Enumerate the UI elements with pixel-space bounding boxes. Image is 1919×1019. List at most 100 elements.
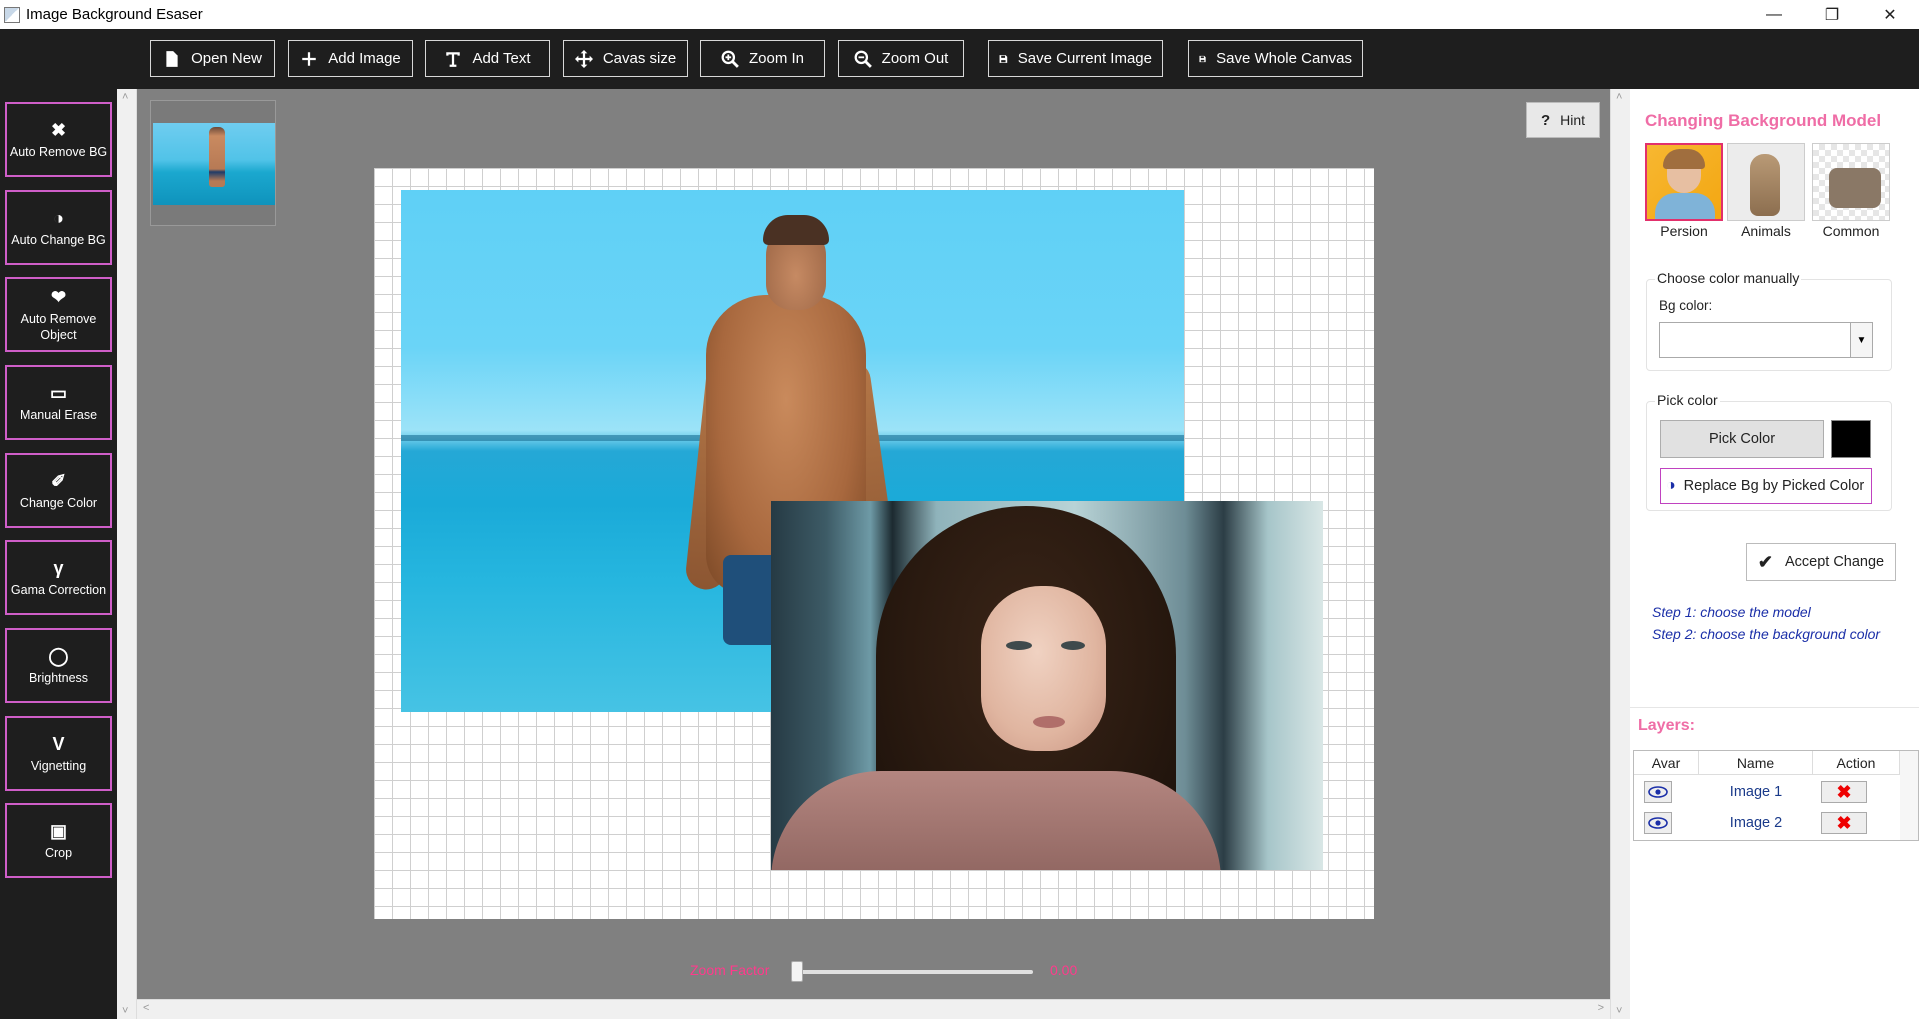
restore-icon[interactable]: ❐ — [1803, 0, 1861, 29]
gama-correction-label: Gama Correction — [10, 582, 107, 597]
gama-correction-button[interactable]: γ Gama Correction — [5, 540, 112, 615]
model-person-card[interactable] — [1645, 143, 1723, 221]
save-whole-canvas-button[interactable]: Save Whole Canvas — [1188, 40, 1363, 77]
vignetting-label: Vignetting — [30, 758, 87, 773]
model-person-label: Persion — [1660, 223, 1708, 239]
pick-color-group-title: Pick color — [1655, 392, 1720, 408]
accept-change-button[interactable]: ✔ Accept Change — [1746, 543, 1896, 581]
woman-lips — [1033, 716, 1065, 728]
pick-color-group: Pick color Pick Color ◑ Replace Bg by Pi… — [1646, 392, 1892, 511]
model-person-shirt — [1655, 193, 1715, 219]
bg-color-dropdown[interactable]: ▼ — [1659, 322, 1873, 358]
open-new-label: Open New — [191, 50, 262, 67]
zoom-slider[interactable] — [795, 970, 1033, 974]
layer-row[interactable]: Image 1 ✖ — [1634, 777, 1900, 807]
layers-table: Avar Name Action Image 1 ✖ Image 2 ✖ — [1633, 750, 1919, 841]
layer-image-2[interactable] — [771, 501, 1323, 870]
layers-scrollbar[interactable] — [1900, 751, 1918, 840]
replace-bg-button[interactable]: ◑ Replace Bg by Picked Color — [1660, 468, 1872, 504]
header-action: Action — [1813, 751, 1900, 775]
question-icon: ? — [1540, 111, 1551, 129]
model-person-hair — [1663, 149, 1705, 169]
brightness-button[interactable]: ◯ Brightness — [5, 628, 112, 703]
model-common-card[interactable] — [1812, 143, 1890, 221]
thumbnail-image — [153, 123, 275, 205]
canvas-size-label: Cavas size — [602, 50, 677, 67]
contrast-icon: ◑ — [53, 207, 64, 228]
model-common-chair — [1829, 168, 1881, 208]
crop-label: Crop — [44, 845, 73, 860]
model-common-label: Common — [1822, 223, 1880, 239]
canvas-size-button[interactable]: Cavas size — [563, 40, 688, 77]
vignetting-button[interactable]: V Vignetting — [5, 716, 112, 791]
manual-erase-button[interactable]: ▭ Manual Erase — [5, 365, 112, 440]
image-thumbnail[interactable] — [150, 100, 276, 226]
plus-icon — [302, 51, 316, 66]
eye-icon[interactable] — [1644, 812, 1672, 834]
delete-icon[interactable]: ✖ — [1821, 781, 1867, 803]
save-current-image-button[interactable]: Save Current Image — [988, 40, 1163, 77]
add-text-button[interactable]: Add Text — [425, 40, 550, 77]
step-1-text: Step 1: choose the model — [1652, 604, 1811, 620]
delete-icon[interactable]: ✖ — [1821, 812, 1867, 834]
eraser-icon: ▭ — [49, 382, 67, 403]
save-whole-canvas-label: Save Whole Canvas — [1216, 50, 1352, 67]
horizontal-scrollbar[interactable]: ˂ ˃ — [137, 999, 1610, 1019]
tool-sidebar: ✖ Auto Remove BG ◑ Auto Change BG ❤ Auto… — [0, 89, 117, 1019]
gamma-icon: γ — [53, 557, 64, 578]
add-image-button[interactable]: Add Image — [288, 40, 413, 77]
close-icon[interactable]: ✕ — [1861, 0, 1919, 29]
zoom-in-button[interactable]: Zoom In — [700, 40, 825, 77]
header-avar: Avar — [1634, 751, 1699, 775]
window-title: Image Background Esaser — [26, 6, 203, 23]
thumbnail-person — [209, 127, 225, 187]
model-animals-card[interactable] — [1727, 143, 1805, 221]
person-hair — [763, 215, 829, 245]
auto-remove-bg-button[interactable]: ✖ Auto Remove BG — [5, 102, 112, 177]
scroll-down-icon[interactable]: ˅ — [1616, 1005, 1622, 1017]
pick-color-button[interactable]: Pick Color — [1660, 420, 1824, 458]
auto-change-bg-button[interactable]: ◑ Auto Change BG — [5, 190, 112, 265]
title-bar: Image Background Esaser — ❐ ✕ — [0, 0, 1919, 29]
chevron-down-icon[interactable]: ▼ — [1850, 323, 1872, 357]
move-icon — [574, 49, 593, 68]
scroll-up-icon[interactable]: ˄ — [1616, 91, 1622, 103]
scroll-up-icon[interactable]: ˄ — [122, 91, 128, 103]
contrast-icon: ◑ — [1666, 477, 1676, 494]
auto-remove-object-button[interactable]: ❤ Auto Remove Object — [5, 277, 112, 352]
auto-change-bg-label: Auto Change BG — [11, 232, 106, 247]
bg-color-label: Bg color: — [1659, 298, 1713, 313]
right-vertical-scrollbar[interactable]: ˄ ˅ — [1610, 89, 1630, 1019]
window-controls: — ❐ ✕ — [1745, 0, 1919, 29]
left-vertical-scrollbar[interactable]: ˄ ˅ — [117, 89, 137, 1019]
save-current-image-label: Save Current Image — [1017, 50, 1152, 67]
zoom-out-button[interactable]: Zoom Out — [838, 40, 964, 77]
change-color-button[interactable]: ✐ Change Color — [5, 453, 112, 528]
eye-icon[interactable] — [1644, 781, 1672, 803]
scroll-down-icon[interactable]: ˅ — [122, 1005, 128, 1017]
auto-remove-bg-label: Auto Remove BG — [9, 144, 108, 159]
add-text-label: Add Text — [472, 50, 531, 67]
layer-name: Image 2 — [1729, 815, 1783, 831]
open-new-button[interactable]: Open New — [150, 40, 275, 77]
layer-row[interactable]: Image 2 ✖ — [1634, 808, 1900, 838]
hint-button[interactable]: ? Hint — [1526, 102, 1600, 138]
minimize-icon[interactable]: — — [1745, 0, 1803, 29]
scroll-right-icon[interactable]: ˃ — [1598, 1002, 1604, 1014]
text-icon — [446, 51, 461, 67]
crop-button[interactable]: ▣ Crop — [5, 803, 112, 878]
model-animals-label: Animals — [1741, 223, 1791, 239]
auto-remove-object-label: Auto Remove Object — [20, 311, 97, 342]
scroll-left-icon[interactable]: ˂ — [143, 1002, 149, 1014]
zoom-slider-handle[interactable] — [791, 961, 803, 982]
manual-color-group: Choose color manually Bg color: ▼ — [1646, 270, 1892, 371]
check-icon: ✔ — [1757, 551, 1773, 572]
picked-color-swatch — [1831, 420, 1871, 458]
panel-divider — [1630, 707, 1919, 708]
woman-eye-left — [1006, 641, 1032, 650]
instructions: Step 1: choose the model Step 2: choose … — [1652, 601, 1880, 645]
right-panel: Changing Background Model Persion Animal… — [1630, 89, 1919, 1019]
manual-erase-label: Manual Erase — [19, 407, 98, 422]
woman-eye-right — [1061, 641, 1085, 650]
hint-label: Hint — [1560, 112, 1586, 128]
